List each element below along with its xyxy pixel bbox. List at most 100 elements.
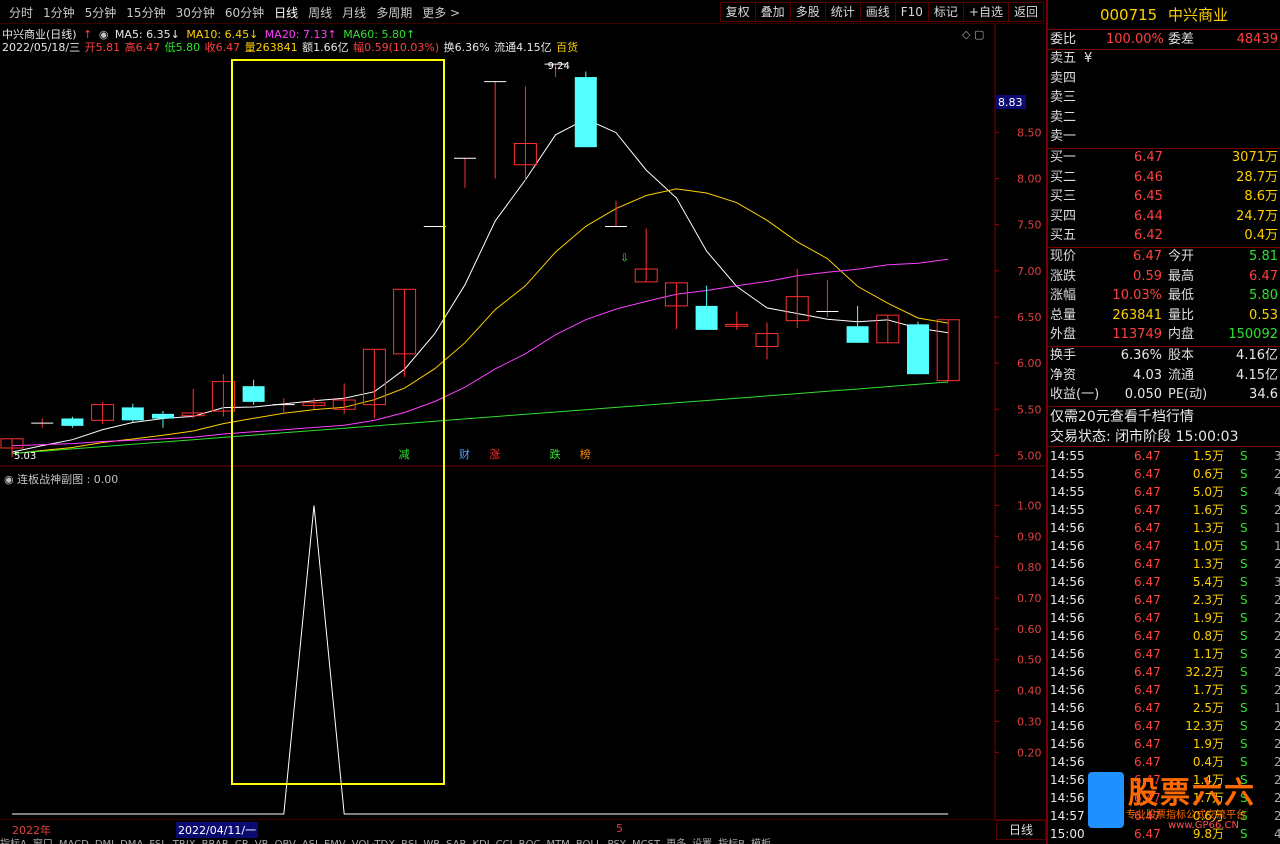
indicator-tab[interactable]: 窗口 — [33, 839, 53, 844]
indicator-tab[interactable]: CCI — [496, 839, 513, 844]
tab-30min[interactable]: 30分钟 — [171, 4, 220, 21]
tab-fenshi[interactable]: 分时 — [4, 4, 38, 21]
tick-price: 6.47 — [1134, 520, 1161, 535]
price-tick-label: 6.00 — [1017, 357, 1042, 370]
indicator-tab[interactable]: BOLL — [576, 839, 602, 844]
add-watchlist-button[interactable]: +自选 — [962, 2, 1009, 22]
stock-name: 中兴商业 — [1168, 6, 1229, 24]
indicator-tab[interactable]: MCST — [632, 839, 660, 844]
indicator-tab[interactable]: BRAR — [202, 839, 229, 844]
indicator-tab[interactable]: RSI — [401, 839, 417, 844]
ohlc-low: 低5.80 — [164, 41, 201, 54]
stat-label: 涨幅 — [1050, 288, 1077, 304]
tick-volume: 1.7万 — [1192, 682, 1224, 697]
overlay-button[interactable]: 叠加 — [754, 2, 791, 22]
indicator-tab[interactable]: 指标A — [0, 839, 27, 844]
indicator-tab[interactable]: MTM — [546, 839, 569, 844]
kline-chart[interactable]: 8.83 8.50 8.00 7.50 7.00 6.50 6.00 5.50 5.00 1.0… — [0, 24, 1046, 820]
tab-multi-period[interactable]: 多周期 — [371, 4, 417, 21]
indicator-tab[interactable]: ROC — [519, 839, 541, 844]
tick-time: 14:55 — [1050, 466, 1085, 481]
quote-stats: 现价 6.47 今开 5.81 涨跌 0.59 最高 6.47 涨幅 10.03% 最低 5.80 总量… — [1048, 248, 1280, 347]
candle-body-down — [695, 305, 718, 330]
sub-settings-icon[interactable]: ◉ — [4, 473, 17, 486]
indicator-tab[interactable]: FSL — [149, 839, 167, 844]
indicator-tab[interactable]: DMI — [95, 839, 114, 844]
tick-volume: 1.9万 — [1192, 610, 1224, 625]
indicator-tab[interactable]: VOL-TDX — [352, 839, 395, 844]
stat-value: 263841 — [1112, 307, 1162, 323]
candle-body-down — [152, 413, 174, 419]
indicator-tab[interactable]: TRIX — [173, 839, 196, 844]
promo-text[interactable]: 仅需20元查看千档行情 — [1048, 407, 1280, 427]
order-volume: 24.7万 — [1236, 208, 1278, 224]
tab-monthly[interactable]: 月线 — [337, 4, 371, 21]
tick-time: 14:55 — [1050, 484, 1085, 499]
buy-row: 买二 6.46 28.7万 — [1048, 169, 1280, 189]
period-tabs: 分时 1分钟 5分钟 15分钟 30分钟 60分钟 日线 周线 月线 多周期 更… — [4, 4, 465, 21]
candle — [634, 228, 658, 283]
fin-row: 收益(一) 0.050 PE(动) 34.6 — [1048, 386, 1280, 406]
tick-time: 14:56 — [1050, 664, 1085, 679]
indicator-tab[interactable]: EMV — [324, 839, 346, 844]
order-label: 买四 — [1050, 208, 1077, 224]
fuquan-button[interactable]: 复权 — [719, 2, 756, 22]
indicator-tab[interactable]: CR — [235, 839, 249, 844]
sub-tick-label: 0.90 — [1017, 530, 1042, 543]
indicator-tab[interactable]: ASI — [302, 839, 318, 844]
tick-count: 3 — [1274, 574, 1280, 589]
max-price-label: 9.24 — [548, 61, 570, 72]
indicator-tab[interactable]: WR — [423, 839, 440, 844]
stats-button[interactable]: 统计 — [824, 2, 861, 22]
min-price-label: 5.03 — [14, 451, 36, 462]
tab-1min[interactable]: 1分钟 — [38, 4, 80, 21]
watermark-logo: 股票六六 专业股票指标公式交流平台 www.GP66.CN — [1088, 768, 1274, 838]
tick-time: 14:56 — [1050, 682, 1085, 697]
event-tag: 跌 — [550, 447, 561, 461]
tick-row: 14:56 6.47 0.8万 S 2 — [1048, 627, 1280, 645]
tick-row: 14:56 6.47 32.2万 S 2 — [1048, 663, 1280, 681]
order-label: 卖四 — [1050, 70, 1077, 86]
tab-5min[interactable]: 5分钟 — [80, 4, 122, 21]
tab-60min[interactable]: 60分钟 — [220, 4, 269, 21]
tab-more[interactable]: 更多 > — [417, 4, 465, 21]
indicator-tab[interactable]: MACD — [59, 839, 89, 844]
mark-button[interactable]: 标记 — [927, 2, 964, 22]
stat-label: 最低 — [1168, 288, 1195, 304]
f10-button[interactable]: F10 — [894, 2, 929, 22]
indicator-tab[interactable]: 更多 — [666, 839, 686, 844]
tick-price: 6.47 — [1134, 646, 1161, 661]
event-tag: 减 — [399, 448, 410, 461]
tab-15min[interactable]: 15分钟 — [121, 4, 170, 21]
tick-count: 2 — [1274, 502, 1280, 517]
indicator-tab[interactable]: KDJ — [472, 839, 489, 844]
multi-stock-button[interactable]: 多股 — [789, 2, 826, 22]
indicator-tab[interactable]: PSY — [608, 839, 627, 844]
stat-value: 0.59 — [1133, 268, 1162, 284]
order-price: 6.42 — [1134, 228, 1163, 244]
indicator-tab[interactable]: OBV — [275, 839, 296, 844]
dayline-button[interactable]: 日线 — [996, 820, 1046, 840]
back-button[interactable]: 返回 — [1007, 2, 1044, 22]
ohlc-turnover: 换6.36% — [443, 41, 490, 54]
indicator-tab[interactable]: 指标B — [718, 839, 745, 844]
tick-side: S — [1240, 466, 1248, 481]
tick-side: S — [1240, 556, 1248, 571]
indicator-tab[interactable]: 模板 — [751, 839, 771, 844]
indicator-tab[interactable]: SAR — [446, 839, 466, 844]
indicator-tab[interactable]: VR — [255, 839, 269, 844]
weicha-value: 48439 — [1236, 32, 1278, 47]
tick-count: 46 — [1274, 826, 1280, 841]
indicator-tab[interactable]: DMA — [120, 839, 143, 844]
tick-row: 14:56 6.47 2.5万 S 1 — [1048, 699, 1280, 717]
draw-line-button[interactable]: 画线 — [859, 2, 896, 22]
candle — [816, 280, 839, 317]
indicator-tab[interactable]: 设置 — [692, 839, 712, 844]
tick-side: S — [1240, 664, 1248, 679]
tick-price: 6.47 — [1134, 682, 1161, 697]
chart-area[interactable]: 8.83 8.50 8.00 7.50 7.00 6.50 6.00 5.50 5.00 1.0… — [0, 24, 1046, 844]
tab-daily[interactable]: 日线 — [269, 4, 303, 21]
tab-weekly[interactable]: 周线 — [303, 4, 337, 21]
tick-time: 14:55 — [1050, 448, 1085, 463]
event-tag: 财 — [459, 447, 470, 461]
